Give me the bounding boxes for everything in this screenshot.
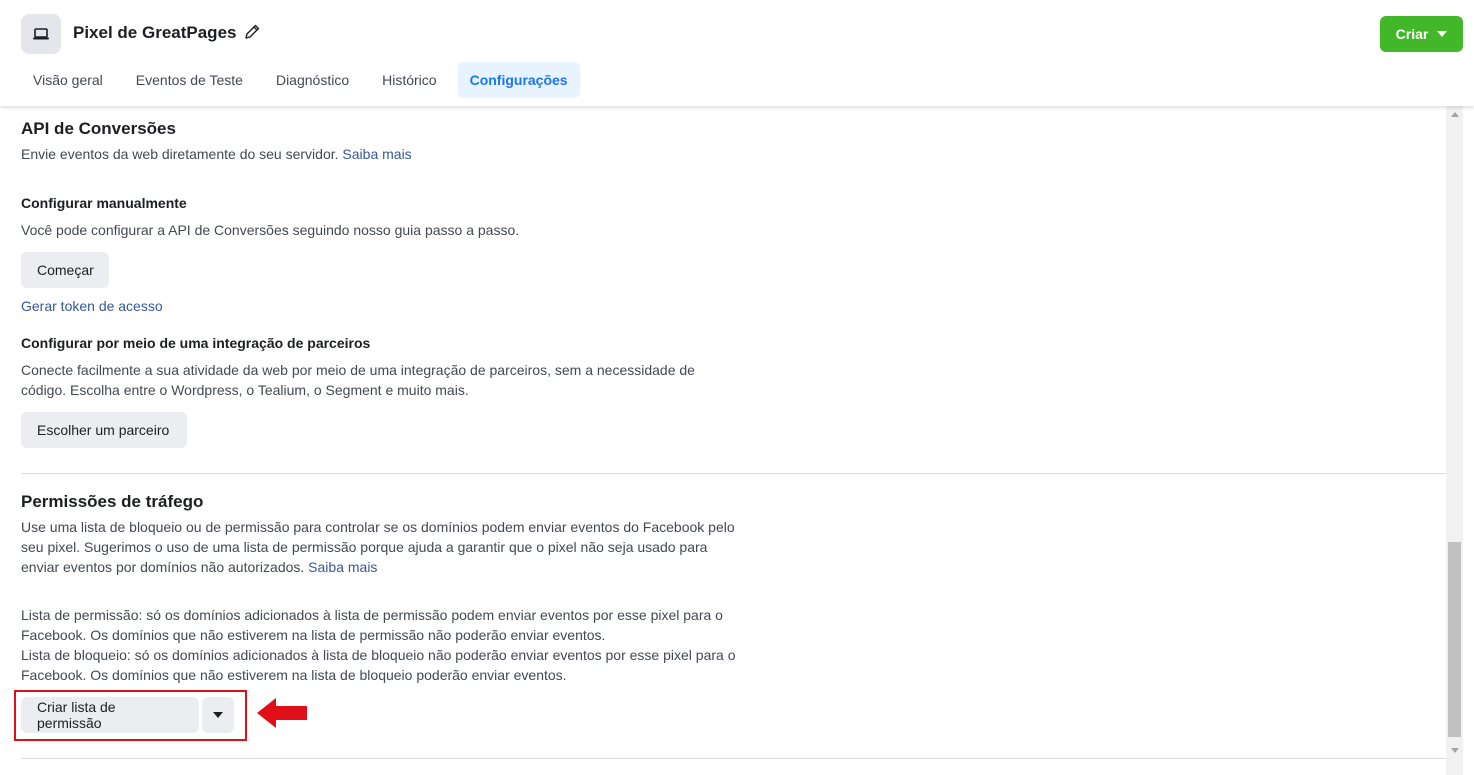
computer-icon bbox=[21, 14, 61, 54]
partner-integration-heading: Configurar por meio de uma integração de… bbox=[21, 335, 371, 351]
block-list-explanation: Lista de bloqueio: só os domínios adicio… bbox=[21, 647, 736, 683]
start-button[interactable]: Começar bbox=[21, 252, 109, 288]
conversions-api-description: Envie eventos da web diretamente do seu … bbox=[21, 146, 412, 162]
traffic-permissions-description: Use uma lista de bloqueio ou de permissã… bbox=[21, 519, 735, 575]
section-divider bbox=[21, 473, 1446, 474]
traffic-learn-more-link[interactable]: Saiba mais bbox=[308, 559, 377, 575]
generate-token-row: Gerar token de acesso bbox=[21, 296, 741, 316]
tab-test-events[interactable]: Eventos de Teste bbox=[124, 62, 255, 98]
traffic-permissions-title: Permissões de tráfego bbox=[21, 492, 204, 511]
create-button-label: Criar bbox=[1395, 26, 1429, 42]
tab-bar: Visão geral Eventos de Teste Diagnóstico… bbox=[21, 62, 589, 98]
tab-overview[interactable]: Visão geral bbox=[21, 62, 115, 98]
page-header: Pixel de GreatPages Criar Visão geral Ev… bbox=[0, 0, 1474, 106]
vertical-scrollbar[interactable] bbox=[1446, 106, 1463, 775]
settings-content: API de Conversões Envie eventos da web d… bbox=[0, 106, 1446, 775]
scroll-up-arrow-icon[interactable] bbox=[1451, 112, 1459, 117]
pencil-edit-icon[interactable] bbox=[243, 23, 261, 41]
tab-settings[interactable]: Configurações bbox=[457, 62, 580, 98]
partner-integration-text: Conecte facilmente a sua atividade da we… bbox=[21, 362, 695, 398]
scroll-down-arrow-icon[interactable] bbox=[1451, 748, 1459, 753]
choose-partner-button[interactable]: Escolher um parceiro bbox=[21, 412, 187, 448]
manual-setup-text: Você pode configurar a API de Conversões… bbox=[21, 222, 520, 238]
learn-more-link[interactable]: Saiba mais bbox=[342, 146, 411, 162]
pixel-title: Pixel de GreatPages bbox=[73, 23, 237, 42]
create-button[interactable]: Criar bbox=[1380, 16, 1463, 52]
manual-setup-heading: Configurar manualmente bbox=[21, 195, 187, 211]
caret-down-icon bbox=[1437, 31, 1448, 37]
scrollbar-thumb[interactable] bbox=[1448, 542, 1461, 737]
conversions-api-title: API de Conversões bbox=[21, 119, 176, 138]
allow-list-explanation: Lista de permissão: só os domínios adici… bbox=[21, 607, 723, 643]
tab-history[interactable]: Histórico bbox=[370, 62, 448, 98]
annotation-highlight-box bbox=[14, 690, 247, 741]
bottom-divider bbox=[21, 758, 1446, 759]
tab-diagnostics[interactable]: Diagnóstico bbox=[264, 62, 361, 98]
annotation-arrow-icon bbox=[256, 696, 308, 735]
generate-token-link[interactable]: Gerar token de acesso bbox=[21, 298, 163, 314]
